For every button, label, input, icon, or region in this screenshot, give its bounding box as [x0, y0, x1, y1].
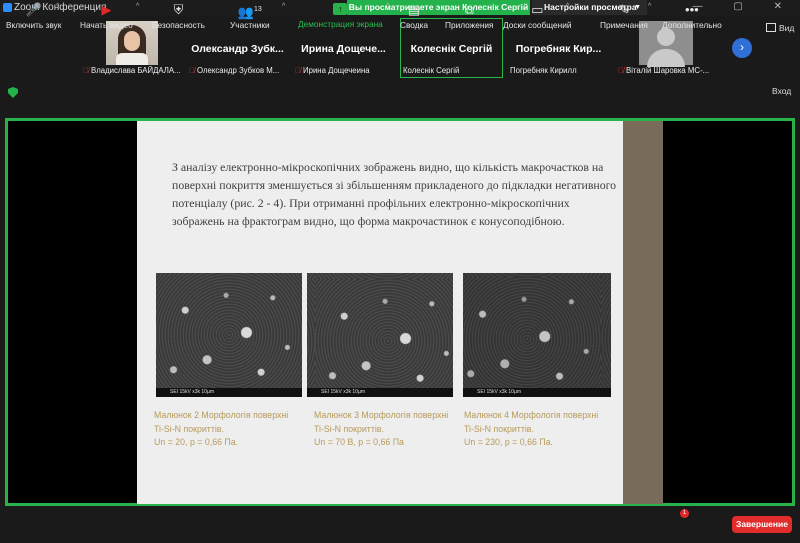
sem-scalebar: SEI 15kV x3k 10µm: [463, 388, 611, 397]
whiteboard-icon: ▭: [531, 2, 544, 17]
chevron-right-icon: ›: [740, 40, 744, 54]
chevron-up-icon[interactable]: ^: [386, 3, 389, 10]
view-button[interactable]: Вид: [766, 23, 794, 33]
camera-off-icon: ▶: [101, 2, 112, 17]
chevron-up-icon[interactable]: ^: [648, 3, 651, 10]
share-screen-icon: ↑: [333, 3, 348, 15]
mic-muted-icon: 🎙̸: [295, 66, 301, 75]
apps-button[interactable]: ⧉ Приложения: [445, 3, 494, 30]
shield-icon: ⛨: [173, 2, 184, 17]
participant-name: Колеснік Сергій: [403, 66, 460, 75]
sem-scalebar: SEI 15kV x3k 10µm: [307, 388, 453, 397]
participant-name: 🎙̸ Ирина Дощечеина: [295, 66, 370, 75]
participants-button[interactable]: 👥13 Участники ^: [230, 3, 285, 30]
participant-display-name: Ирина Дощече...: [301, 43, 386, 55]
notes-icon: ✎: [618, 2, 630, 17]
participant-name: Погребняк Кирилл: [510, 66, 577, 75]
participants-icon: 👥13: [237, 4, 262, 20]
sem-image: SEI 15kV x3k 10µm: [463, 273, 611, 397]
grid-view-icon: [766, 23, 776, 32]
sem-image: SEI 15kV x3k 10µm: [307, 273, 453, 397]
figure-caption: Малюнок 4 Морфологія поверхні Ti-Si-N пок…: [464, 410, 599, 447]
chevron-up-icon[interactable]: ^: [282, 3, 285, 10]
security-shield-icon[interactable]: [8, 87, 18, 98]
gallery-next-button[interactable]: ›: [732, 38, 752, 58]
participant-display-name: Погребняк Кир...: [515, 43, 602, 55]
mic-muted-icon: 🎙̸: [83, 66, 89, 75]
sem-image: SEI 15kV x3k 10µm: [156, 273, 302, 397]
figure-caption: Малюнок 2 Морфологія поверхні Ti-Si-N пок…: [154, 410, 289, 447]
start-video-button[interactable]: ▶ Начать видео ^: [80, 2, 139, 30]
chevron-up-icon[interactable]: ^: [566, 3, 569, 10]
summary-icon: ▤: [407, 2, 421, 17]
chevron-up-icon[interactable]: ^: [56, 3, 59, 10]
participant-display-name: Олександр Зубк...: [191, 43, 284, 55]
figure-caption: Малюнок 3 Морфологія поверхні Ti-Si-N пок…: [314, 410, 449, 447]
slide-body-text: З аналізу електронно-мікроскопічних зобр…: [172, 160, 617, 228]
whiteboards-button[interactable]: ▭ Доски сообщений ^: [503, 3, 571, 30]
participant-name: 🎙̸ Віталій Шаровка МС-...: [618, 66, 710, 75]
unmute-button[interactable]: 🎤 Включить звук ^: [6, 3, 61, 30]
end-meeting-button[interactable]: Завершение: [732, 516, 792, 533]
sem-scalebar: SEI 15kV x3k 10µm: [156, 388, 302, 397]
mic-muted-icon: 🎙̸: [189, 66, 195, 75]
apps-icon: ⧉: [464, 2, 474, 17]
participant-display-name: Колеснік Сергій: [410, 43, 493, 55]
security-button[interactable]: ⛨ Безопасность: [152, 3, 205, 30]
participant-name: 🎙̸ Олександр Зубков М...: [189, 66, 280, 75]
more-button[interactable]: ••• Дополнительно: [662, 3, 722, 30]
participant-name: 🎙̸ Владислава БАЙДАЛА...: [83, 66, 181, 75]
share-screen-button[interactable]: ↑ Демонстрация экрана ^: [298, 3, 389, 29]
microphone-muted-icon: 🎤: [25, 2, 42, 17]
more-dots-icon: •••: [685, 2, 699, 17]
chevron-up-icon[interactable]: ^: [136, 3, 139, 10]
slide-decoration: [623, 121, 663, 504]
notes-button[interactable]: ✎ Примечания ^: [600, 2, 651, 30]
summary-button[interactable]: ▤ Сводка: [400, 3, 428, 30]
notification-badge: 1: [680, 509, 689, 518]
mic-muted-icon: 🎙̸: [618, 66, 624, 75]
exit-fullscreen-button[interactable]: Вход: [772, 86, 791, 96]
